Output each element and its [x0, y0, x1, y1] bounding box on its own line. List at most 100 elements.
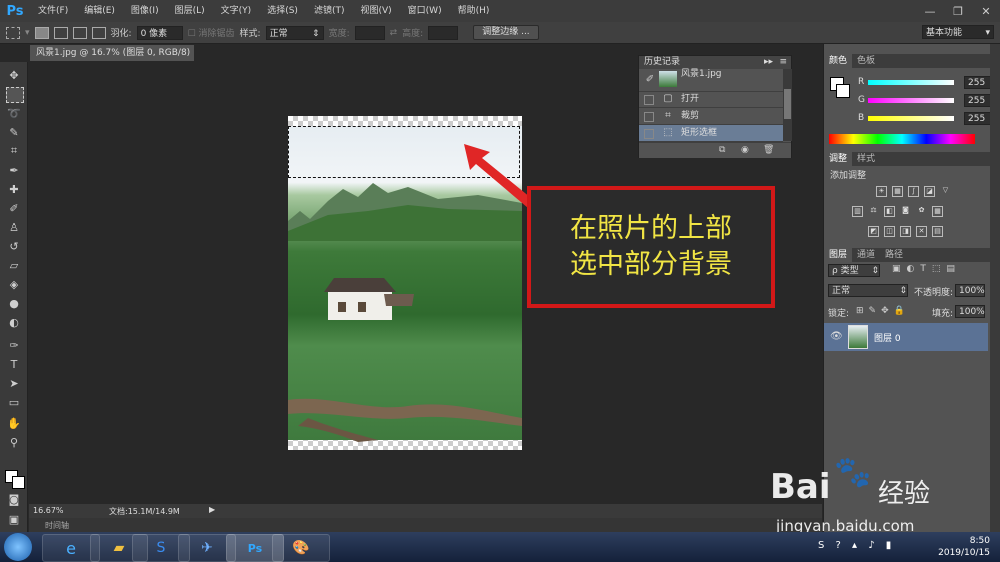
timeline-tab[interactable]: 时间轴 — [45, 520, 69, 531]
scroll-thumb[interactable] — [784, 89, 791, 119]
marquee-tool-icon[interactable] — [6, 87, 24, 103]
layer-name[interactable]: 图层 0 — [874, 331, 901, 344]
dodge-tool-icon[interactable]: ◐ — [6, 315, 22, 329]
black-white-icon[interactable]: ◧ — [884, 206, 895, 217]
tab-channels[interactable]: 通道 — [852, 248, 880, 262]
blur-tool-icon[interactable]: ● — [6, 296, 22, 310]
move-tool-icon[interactable]: ✥ — [6, 68, 22, 82]
tab-color[interactable]: 颜色 — [824, 54, 853, 68]
menu-edit[interactable]: 编辑(E) — [76, 0, 123, 22]
rectangle-tool-icon[interactable]: ▭ — [6, 395, 22, 409]
minimize-icon[interactable]: — — [916, 0, 944, 22]
channel-mixer-icon[interactable]: ✿ — [916, 206, 927, 217]
layer-row[interactable]: 👁 图层 0 — [824, 323, 988, 351]
fill-input[interactable]: 100% — [955, 305, 985, 318]
color-lookup-icon[interactable]: ▦ — [932, 206, 943, 217]
history-item-open[interactable]: ▢ 打开 — [639, 91, 783, 108]
opacity-input[interactable]: 100% — [955, 284, 985, 297]
green-slider[interactable]: G 255 — [858, 94, 1000, 107]
paint-bucket-icon[interactable]: ◈ — [6, 277, 22, 291]
color-spectrum[interactable] — [829, 134, 975, 144]
selective-color-icon[interactable]: ✕ — [916, 226, 927, 237]
subtract-selection-icon[interactable] — [72, 26, 87, 39]
path-select-icon[interactable]: ➤ — [6, 376, 22, 390]
camera-icon[interactable]: ◉ — [741, 145, 749, 155]
menu-filter[interactable]: 滤镜(T) — [306, 0, 353, 22]
background-color-swatch[interactable] — [12, 476, 25, 489]
zoom-level[interactable]: 16.67% — [33, 506, 64, 515]
close-icon[interactable]: ✕ — [972, 0, 1000, 22]
tab-styles[interactable]: 样式 — [852, 152, 880, 166]
height-input[interactable] — [428, 25, 459, 40]
swap-icon[interactable]: ⇄ — [390, 28, 398, 38]
hue-icon[interactable]: ▥ — [852, 206, 863, 217]
levels-icon[interactable]: ▦ — [892, 186, 903, 197]
zoom-tool-icon[interactable]: ⚲ — [6, 435, 22, 449]
new-selection-icon[interactable] — [34, 26, 49, 39]
gradient-map-icon[interactable]: ▤ — [932, 226, 943, 237]
eraser-tool-icon[interactable]: ▱ — [6, 258, 22, 272]
style-select[interactable]: 正常 ⇕ — [265, 25, 324, 40]
rect-marquee-tool-icon[interactable] — [6, 26, 20, 39]
layer-filter-icons[interactable]: ▣◐T⬚▤ — [892, 264, 961, 274]
exposure-icon[interactable]: ◪ — [924, 186, 935, 197]
crop-tool-icon[interactable]: ⌗ — [6, 144, 22, 158]
blue-slider[interactable]: B 255 — [858, 112, 1000, 125]
history-scrollbar[interactable] — [783, 69, 792, 141]
brightness-icon[interactable]: ☀ — [876, 186, 887, 197]
curves-icon[interactable]: ∫ — [908, 186, 919, 197]
menu-type[interactable]: 文字(Y) — [213, 0, 260, 22]
tab-swatches[interactable]: 色板 — [852, 54, 880, 68]
preset-dropdown-icon[interactable]: ▾ — [25, 28, 30, 38]
invert-icon[interactable]: ◩ — [868, 226, 879, 237]
status-arrow-icon[interactable]: ▶ — [209, 505, 215, 514]
layer-kind-filter[interactable]: ρ 类型 ⇕ — [828, 264, 880, 277]
trash-icon[interactable]: 🗑 — [763, 145, 774, 155]
green-gradient[interactable] — [868, 98, 954, 103]
system-clock[interactable]: 8:50 2019/10/15 — [938, 535, 990, 559]
history-item-rect-marquee[interactable]: ⬚ 矩形选框 — [639, 125, 783, 142]
feather-input[interactable]: 0 像素 — [136, 25, 183, 40]
threshold-icon[interactable]: ◨ — [900, 226, 911, 237]
healing-brush-icon[interactable]: ✚ — [6, 182, 22, 196]
posterize-icon[interactable]: ◫ — [884, 226, 895, 237]
history-checkbox[interactable] — [644, 129, 654, 139]
vibrance-icon[interactable]: ▽ — [940, 186, 951, 197]
menu-file[interactable]: 文件(F) — [30, 0, 76, 22]
new-document-from-state-icon[interactable]: ⧉ — [719, 145, 725, 155]
workspace-select[interactable]: 基本功能 ▾ — [922, 25, 994, 39]
color-balance-icon[interactable]: ⚖ — [868, 206, 879, 217]
quick-select-tool-icon[interactable]: ✎ — [6, 125, 22, 139]
eyedropper-tool-icon[interactable]: ✒ — [6, 163, 22, 177]
visibility-eye-icon[interactable]: 👁 — [830, 331, 843, 342]
pen-tool-icon[interactable]: ✑ — [6, 338, 22, 352]
tab-paths[interactable]: 路径 — [880, 248, 908, 262]
menu-window[interactable]: 窗口(W) — [400, 0, 450, 22]
menu-layer[interactable]: 图层(L) — [167, 0, 213, 22]
restore-icon[interactable]: ❐ — [944, 0, 972, 22]
collapse-icon[interactable]: ▸▸ — [764, 56, 773, 69]
history-checkbox[interactable] — [644, 95, 654, 105]
tray-icons[interactable]: S ? ▴ ♪ ▮ — [818, 540, 895, 551]
hand-tool-icon[interactable]: ✋ — [6, 416, 22, 430]
refine-edge-button[interactable]: 调整边缘 ... — [473, 25, 539, 40]
menu-image[interactable]: 图像(I) — [123, 0, 167, 22]
width-input[interactable] — [354, 25, 385, 40]
color-bg-swatch[interactable] — [836, 84, 850, 98]
history-item-crop[interactable]: ⌗ 裁剪 — [639, 108, 783, 125]
history-checkbox[interactable] — [644, 112, 654, 122]
paint-icon[interactable]: 🎨 — [272, 534, 330, 562]
menu-view[interactable]: 视图(V) — [352, 0, 399, 22]
photo-filter-icon[interactable]: ◙ — [900, 206, 911, 217]
red-gradient[interactable] — [868, 80, 954, 85]
screen-mode-icon[interactable]: ▣ — [6, 512, 22, 526]
lock-icons[interactable]: ⊞✎✥🔒 — [856, 306, 910, 316]
type-tool-icon[interactable]: T — [6, 357, 22, 371]
history-snapshot[interactable]: ✐ 风景1.jpg — [639, 69, 783, 92]
quick-mask-icon[interactable]: ◙ — [6, 492, 22, 506]
history-brush-icon[interactable]: ↺ — [6, 239, 22, 253]
tab-layers[interactable]: 图层 — [824, 248, 853, 262]
lasso-tool-icon[interactable]: ➰ — [6, 106, 22, 120]
menu-help[interactable]: 帮助(H) — [450, 0, 498, 22]
tab-adjustments[interactable]: 调整 — [824, 152, 853, 166]
